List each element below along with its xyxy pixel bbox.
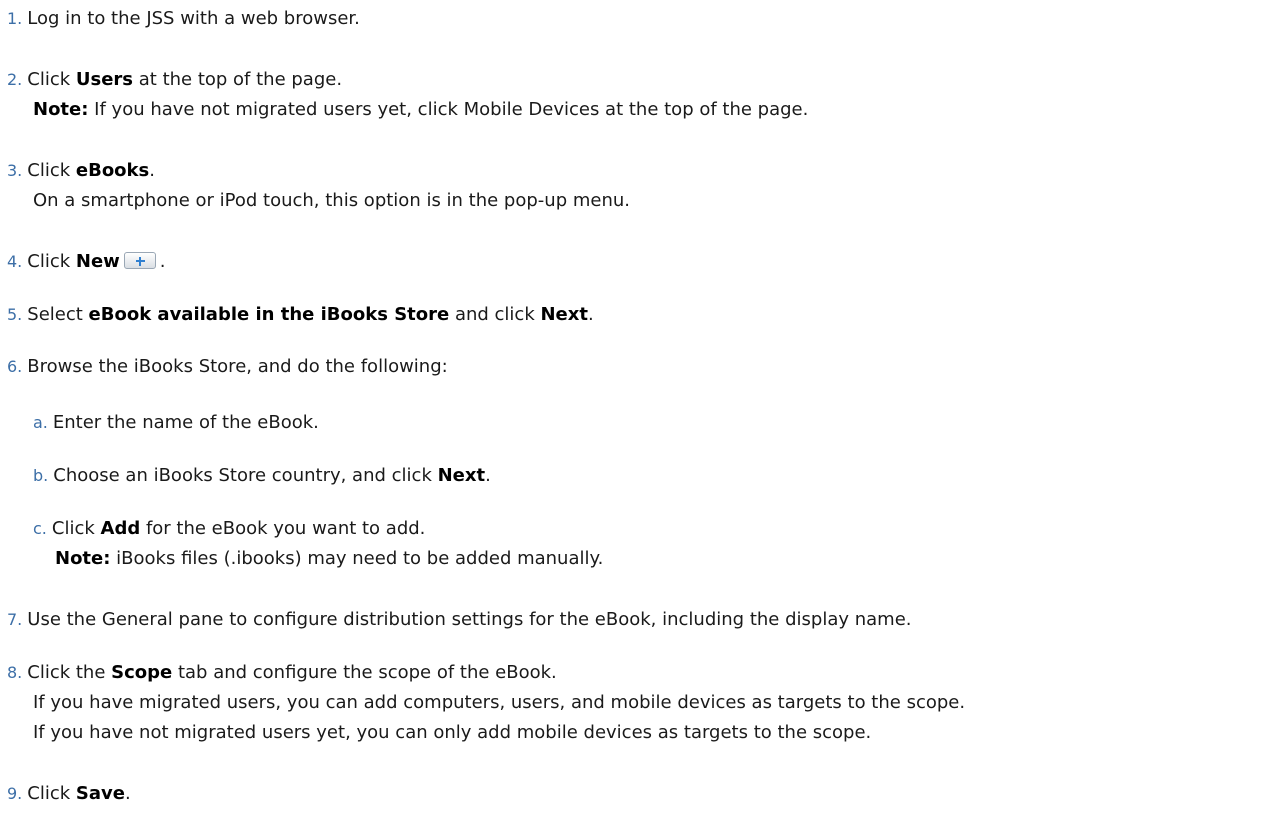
plus-icon	[123, 252, 156, 269]
step-3-detail: On a smartphone or iPod touch, this opti…	[33, 190, 630, 211]
step-2: 2. Click Users at the top of the page.	[7, 65, 342, 95]
step-4: 4. Click New.	[7, 247, 166, 277]
substep-a: a. Enter the name of the eBook.	[33, 408, 319, 438]
substep-letter: c.	[33, 519, 47, 538]
substep-text: Choose an iBooks Store country, and clic…	[53, 465, 491, 486]
step-number: 8.	[7, 663, 23, 682]
step-text: Click Save.	[27, 783, 131, 804]
substep-c-note: Note: iBooks files (.ibooks) may need to…	[55, 544, 603, 574]
step-number: 7.	[7, 610, 23, 629]
step-5: 5. Select eBook available in the iBooks S…	[7, 300, 594, 330]
step-text: Log in to the JSS with a web browser.	[27, 8, 360, 29]
ui-label-scope: Scope	[111, 662, 173, 683]
step-number: 3.	[7, 161, 23, 180]
substep-c: c. Click Add for the eBook you want to ad…	[33, 514, 425, 544]
step-1: 1. Log in to the JSS with a web browser.	[7, 4, 360, 34]
substep-text: Click Add for the eBook you want to add.	[51, 518, 426, 539]
ui-label-save: Save	[75, 783, 125, 804]
step-text: Click Users at the top of the page.	[27, 69, 343, 90]
step-6: 6. Browse the iBooks Store, and do the fo…	[7, 352, 448, 382]
step-8: 8. Click the Scope tab and configure the …	[7, 658, 557, 688]
step-number: 4.	[7, 252, 23, 271]
substep-letter: b.	[33, 466, 49, 485]
step-text: Click New.	[27, 251, 166, 272]
step-text: Use the General pane to configure distri…	[27, 609, 912, 630]
note-text: iBooks files (.ibooks) may need to be ad…	[110, 548, 604, 569]
substep-b: b. Choose an iBooks Store country, and cl…	[33, 461, 491, 491]
step-number: 9.	[7, 784, 23, 803]
step-7: 7. Use the General pane to configure dist…	[7, 605, 912, 635]
step-8-detail-1: If you have migrated users, you can add …	[33, 692, 966, 713]
step-9: 9. Click Save.	[7, 779, 131, 809]
ui-label-new: New	[75, 251, 120, 272]
step-3: 3. Click eBooks.	[7, 156, 155, 186]
note-label: Note:	[33, 99, 89, 120]
step-number: 2.	[7, 70, 23, 89]
step-2-note: Note: If you have not migrated users yet…	[33, 95, 808, 125]
step-text: Select eBook available in the iBooks Sto…	[27, 304, 594, 325]
step-number: 6.	[7, 357, 23, 376]
ui-label-ebooks: eBooks	[75, 160, 150, 181]
step-number: 1.	[7, 9, 23, 28]
note-text: If you have not migrated users yet, clic…	[88, 99, 809, 120]
step-text: Browse the iBooks Store, and do the foll…	[27, 356, 448, 377]
step-8-detail-2: If you have not migrated users yet, you …	[33, 722, 872, 743]
step-number: 5.	[7, 305, 23, 324]
step-text: Click eBooks.	[27, 160, 155, 181]
step-text: Click the Scope tab and configure the sc…	[27, 662, 557, 683]
ui-label-users: Users	[75, 69, 134, 90]
note-label: Note:	[55, 548, 111, 569]
substep-letter: a.	[33, 413, 48, 432]
substep-text: Enter the name of the eBook.	[52, 412, 319, 433]
